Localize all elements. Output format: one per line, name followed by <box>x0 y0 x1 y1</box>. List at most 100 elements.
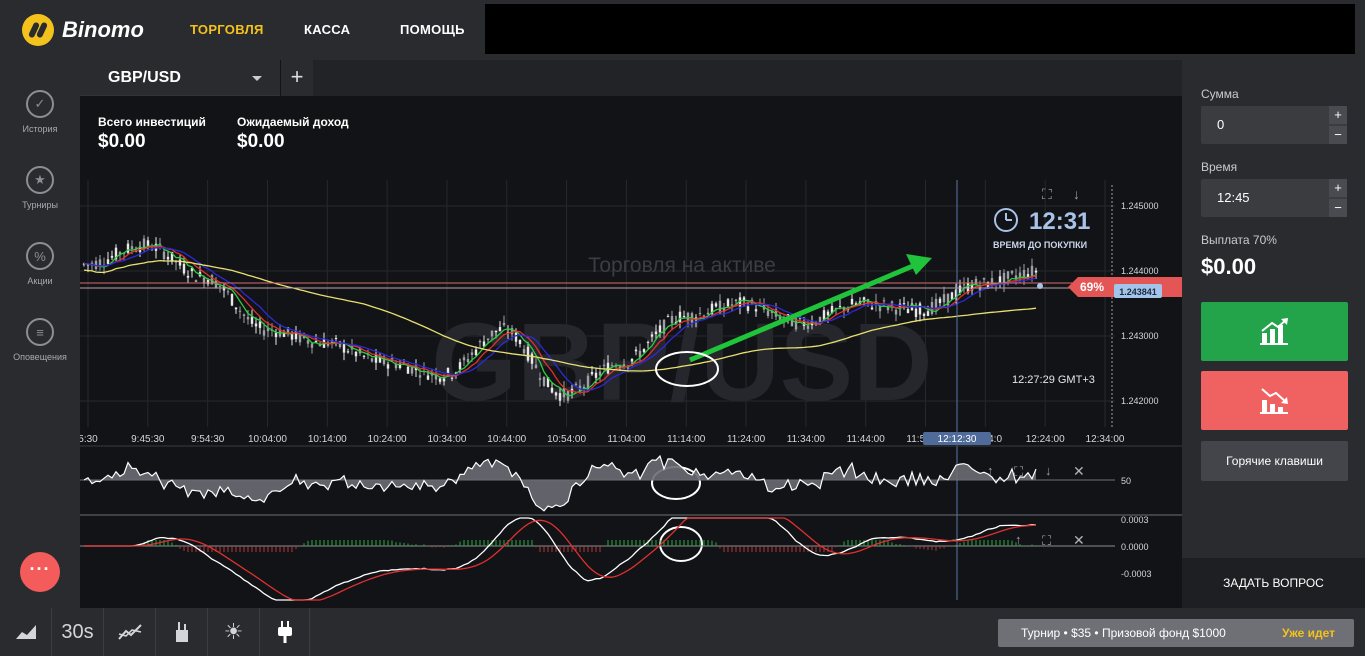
arrow-down-icon[interactable]: ↓ <box>1045 463 1052 478</box>
chart-type-area-button[interactable] <box>0 608 52 656</box>
candle-body <box>610 365 614 367</box>
plug-icon <box>277 621 292 643</box>
nav-trade[interactable]: ТОРГОВЛЯ <box>190 22 264 37</box>
candle-body <box>634 349 638 352</box>
tournament-status: Уже идет <box>1282 626 1336 640</box>
candle-body <box>354 351 358 357</box>
candle-body <box>186 275 190 278</box>
candle-body <box>682 315 686 317</box>
purchase-timer-caption: ВРЕМЯ ДО ПОКУПКИ <box>993 240 1087 250</box>
hotkeys-button[interactable]: Горячие клавиши <box>1201 441 1348 481</box>
candle-body <box>406 366 410 374</box>
drawing-tools-icon <box>175 622 188 642</box>
nav-cash[interactable]: КАССА <box>304 22 350 37</box>
candle-body <box>602 364 606 366</box>
y-tick-label: 1.244000 <box>1121 266 1159 276</box>
candle-body <box>342 344 346 353</box>
chat-icon: ··· <box>29 558 51 579</box>
arrow-down-icon[interactable]: ↓ <box>1073 186 1080 202</box>
candle-body <box>906 309 910 314</box>
candle-body <box>450 377 454 379</box>
sidebar-item-tournaments[interactable]: ★ Турниры <box>0 166 80 210</box>
candle-body <box>746 306 750 311</box>
candle-body <box>530 353 534 364</box>
candle-body <box>246 317 250 320</box>
candle-body <box>218 285 222 287</box>
y-tick-label: 1.243000 <box>1121 331 1159 341</box>
tournament-banner[interactable]: Турнир • $35 • Призовой фонд $1000 Уже и… <box>998 619 1354 647</box>
y-tick-label: 1.245000 <box>1121 201 1159 211</box>
x-tick-label: 10:24:00 <box>368 434 407 445</box>
candle-body <box>558 393 562 401</box>
time-value[interactable]: 12:45 <box>1217 190 1250 205</box>
fullscreen-icon[interactable]: ⛶ <box>1042 186 1052 202</box>
candle-body <box>922 313 926 316</box>
arrow-up-icon[interactable]: ↑ <box>1015 532 1022 547</box>
ask-question-button[interactable]: ЗАДАТЬ ВОПРОС <box>1182 558 1365 608</box>
price-chart[interactable]: Торговля на активе GBP/USD 1.245000 1.244… <box>80 60 1182 608</box>
watermark-asset: GBP/USD <box>431 301 932 424</box>
candle-body <box>630 358 634 362</box>
logo-icon <box>22 14 54 46</box>
interval-button[interactable]: 30s <box>52 608 104 656</box>
time-stepper[interactable]: 12:45 + − <box>1201 179 1347 217</box>
sidebar-item-notifications[interactable]: ≡ Оповещения <box>0 318 80 362</box>
close-macd-icon[interactable]: ✕ <box>1073 532 1085 548</box>
candle-body <box>894 309 898 315</box>
candle-body <box>438 378 442 382</box>
x-tick-label: 10:44:00 <box>487 434 526 445</box>
candle-body <box>178 259 182 266</box>
candle-body <box>470 352 474 356</box>
theme-button[interactable]: ☀ <box>208 608 260 656</box>
nav-help[interactable]: ПОМОЩЬ <box>400 22 465 37</box>
payout-label: Выплата 70% <box>1201 233 1277 247</box>
candle-body <box>442 378 446 382</box>
candle-body <box>162 251 166 260</box>
amount-minus-button[interactable]: − <box>1329 126 1347 144</box>
chat-button[interactable]: ··· <box>20 552 60 592</box>
amount-value[interactable]: 0 <box>1217 117 1224 132</box>
candle-body <box>418 375 422 378</box>
x-tick-label: 11:04:00 <box>607 434 646 445</box>
x-tick-label: 12:24:00 <box>1026 434 1065 445</box>
time-plus-button[interactable]: + <box>1329 179 1347 197</box>
candle-body <box>462 357 466 361</box>
buy-down-button[interactable] <box>1201 371 1348 430</box>
candle-body <box>734 299 738 302</box>
rsi-area <box>84 456 1036 511</box>
brand-name: Binomo <box>62 17 144 42</box>
candle-body <box>458 362 462 370</box>
candle-body <box>182 263 186 274</box>
x-tick-label: 9:54:30 <box>191 434 225 445</box>
candle-body <box>230 294 234 306</box>
x-tick-label: 11:14:00 <box>667 434 706 445</box>
sidebar-item-label: Акции <box>27 276 53 286</box>
connection-button[interactable] <box>260 608 310 656</box>
buy-up-button[interactable] <box>1201 302 1348 361</box>
time-minus-button[interactable]: − <box>1329 199 1347 217</box>
amount-plus-button[interactable]: + <box>1329 106 1347 124</box>
x-tick-label: 11:44:00 <box>847 434 886 445</box>
candle-body <box>678 311 682 323</box>
sidebar-item-history[interactable]: ✓ История <box>0 90 80 134</box>
cursor-time: 12:12:30 <box>938 434 977 445</box>
candle-body <box>498 327 502 331</box>
sidebar-item-promotions[interactable]: % Акции <box>0 242 80 286</box>
x-tick-label: 10:04:00 <box>248 434 287 445</box>
close-rsi-icon[interactable]: ✕ <box>1073 463 1085 479</box>
candle-body <box>882 300 886 302</box>
arrow-up-icon[interactable]: ↑ <box>987 463 994 478</box>
fullscreen-icon[interactable]: ⛶ <box>1013 464 1024 479</box>
fullscreen-icon[interactable]: ⛶ <box>1041 533 1052 548</box>
candle-body <box>310 343 314 348</box>
indicators-button[interactable] <box>104 608 156 656</box>
drawing-tools-button[interactable] <box>156 608 208 656</box>
candle-body <box>262 330 266 336</box>
brand-logo[interactable]: Binomo <box>22 14 144 46</box>
candle-body <box>826 311 830 316</box>
candle-body <box>670 315 674 324</box>
amount-stepper[interactable]: 0 + − <box>1201 106 1347 144</box>
candle-body <box>538 378 542 380</box>
candle-body <box>518 339 522 345</box>
x-tick-label: 10:34:00 <box>427 434 466 445</box>
